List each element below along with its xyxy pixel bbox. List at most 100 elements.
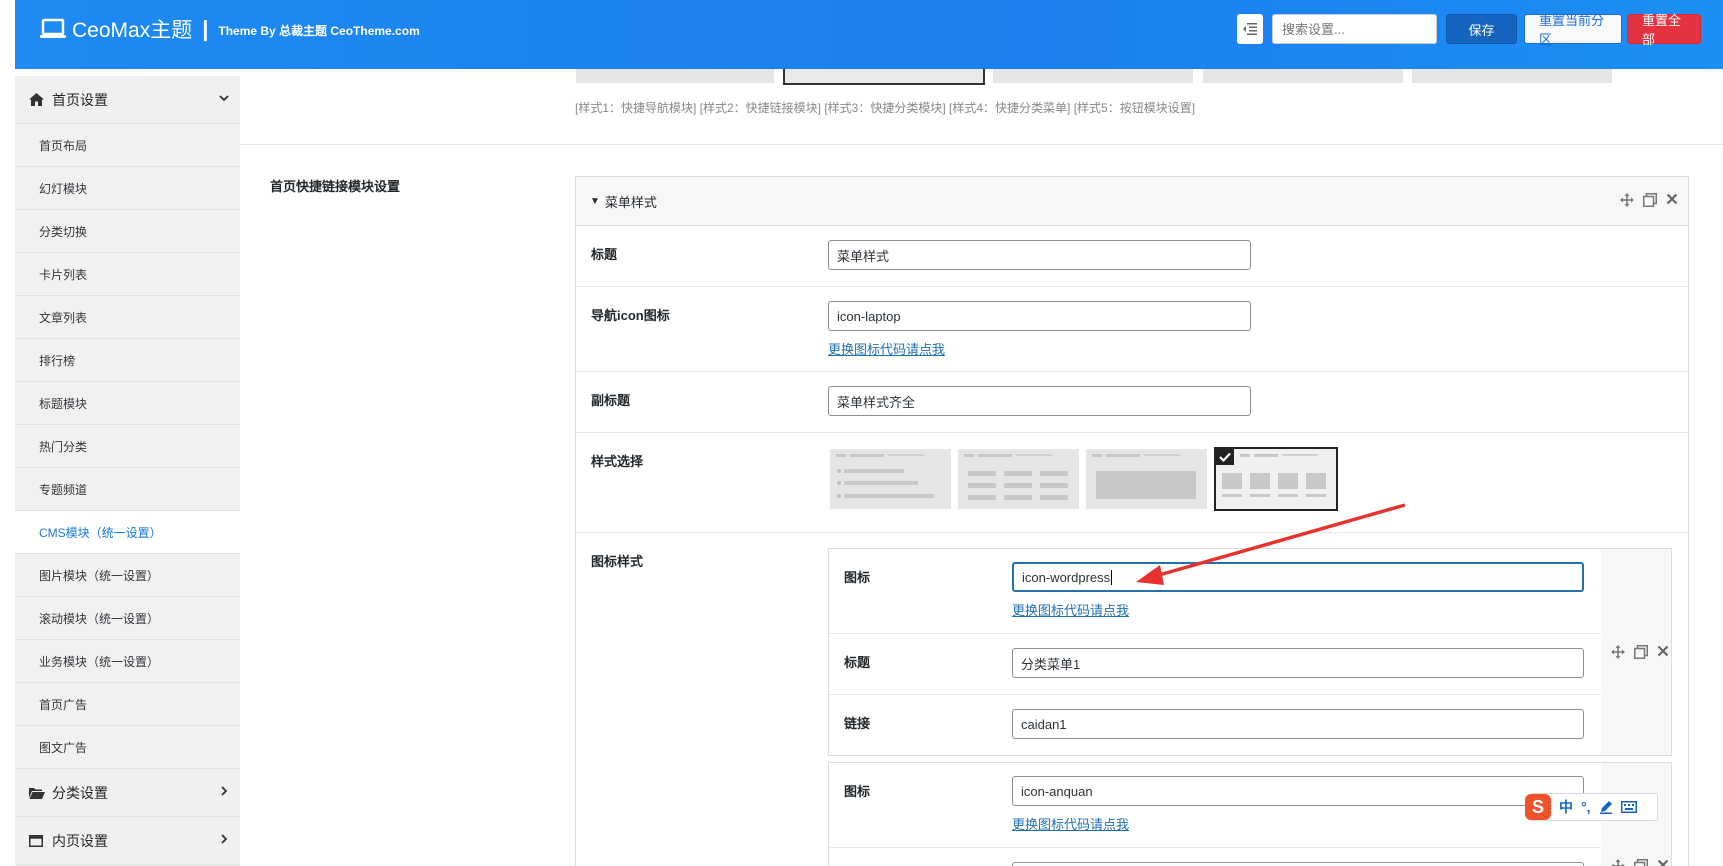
change-icon-link[interactable]: 更换图标代码请点我	[1012, 600, 1129, 619]
clone-icon[interactable]	[1634, 859, 1648, 866]
reset-all-button[interactable]: 重置全部	[1627, 13, 1701, 47]
clone-icon[interactable]	[1634, 645, 1648, 659]
brand-tagline: Theme By 总裁主题 CeoTheme.com	[218, 24, 420, 38]
group-actions	[1601, 549, 1671, 755]
outdent-icon	[1243, 23, 1257, 35]
close-icon[interactable]	[1657, 859, 1669, 866]
folder-open-icon	[29, 787, 45, 799]
sidebar-item[interactable]: 专题频道	[15, 468, 240, 511]
group-row-title: 标题 分类菜单1	[829, 634, 1602, 695]
style-option-2[interactable]	[958, 449, 1079, 509]
move-icon[interactable]	[1620, 193, 1634, 207]
sidebar-item[interactable]: 排行榜	[15, 339, 240, 382]
ime-punctuation[interactable]: °,	[1581, 799, 1591, 815]
menu-link-input[interactable]: caidan1	[1012, 709, 1584, 739]
sidebar-group-inner[interactable]: 内页设置	[15, 817, 240, 865]
group-row-icon: 图标 icon-anquan 更换图标代码请点我	[829, 763, 1602, 848]
sidebar-item[interactable]: 业务模块（统一设置）	[15, 640, 240, 683]
nav-icon-input[interactable]: icon-laptop	[828, 301, 1251, 331]
change-icon-link[interactable]: 更换图标代码请点我	[1012, 814, 1129, 833]
style-preview-strip: [样式1：快捷导航模块] [样式2：快捷链接模块] [样式3：快捷分类模块] […	[240, 69, 1723, 145]
sidebar-item[interactable]: 幻灯模块	[15, 167, 240, 210]
style-preview-icons	[1222, 454, 1326, 497]
group-row-icon: 图标 icon-wordpress 更换图标代码请点我	[829, 549, 1602, 634]
settings-sidebar: 首页设置 首页布局 幻灯模块 分类切换 卡片列表 文章列表 排行榜 标题模块 热门分类 专题频道…	[15, 76, 240, 866]
chevron-down-icon	[219, 95, 229, 102]
style-option-1[interactable]	[830, 449, 951, 509]
sidebar-group-label: 首页设置	[52, 91, 108, 108]
close-icon[interactable]	[1657, 645, 1669, 657]
style-option-3[interactable]	[1086, 449, 1207, 509]
subtitle-input[interactable]: 菜单样式齐全	[828, 386, 1251, 416]
reset-section-button[interactable]: 重置当前分区	[1524, 13, 1622, 47]
sidebar-submenu: 首页布局 幻灯模块 分类切换 卡片列表 文章列表 排行榜 标题模块 热门分类 专题频道 CMS模块…	[15, 124, 240, 769]
title-input[interactable]: 菜单样式	[828, 240, 1251, 270]
style-option-4-selected[interactable]	[1214, 447, 1338, 511]
sidebar-group-label: 内页设置	[52, 832, 108, 849]
style-thumb-2[interactable]	[783, 69, 985, 85]
panel-title: 菜单样式	[604, 194, 657, 210]
menu-style-panel: ▼ 菜单样式 标题 菜单样式 导航icon图标 icon-laptop 更换图标…	[575, 176, 1689, 866]
sidebar-item[interactable]: 热门分类	[15, 425, 240, 468]
field-row-nav-icon: 导航icon图标 icon-laptop 更换图标代码请点我	[576, 287, 1688, 372]
style-preview-list	[836, 454, 934, 498]
ime-toolbar[interactable]: S 中 °,	[1525, 793, 1658, 821]
admin-header: CeoMax主题 | Theme By 总裁主题 CeoTheme.com 保存…	[15, 0, 1723, 69]
field-row-style-select: 样式选择	[576, 433, 1688, 533]
sidebar-item[interactable]: 图文广告	[15, 726, 240, 769]
icon-input[interactable]: icon-wordpress	[1012, 562, 1584, 592]
caret-down-icon: ▼	[590, 195, 600, 207]
home-icon	[29, 93, 44, 106]
pen-icon[interactable]	[1599, 800, 1613, 814]
sidebar-item[interactable]: 卡片列表	[15, 253, 240, 296]
sidebar-item[interactable]: 分类切换	[15, 210, 240, 253]
sogou-logo-icon: S	[1525, 794, 1551, 820]
menu-title-input[interactable]: 分类菜单1	[1012, 648, 1584, 678]
move-icon[interactable]	[1611, 645, 1625, 659]
sidebar-group-category[interactable]: 分类设置	[15, 769, 240, 817]
style-preview-grid	[964, 454, 1068, 500]
sidebar-group-label: 分类设置	[52, 784, 108, 801]
field-row-title: 标题 菜单样式	[576, 226, 1688, 287]
panel-header[interactable]: ▼ 菜单样式	[576, 177, 1688, 226]
field-label: 样式选择	[591, 454, 644, 469]
close-icon[interactable]	[1666, 193, 1678, 205]
sidebar-group-home[interactable]: 首页设置	[15, 76, 240, 124]
ime-mode[interactable]: 中	[1559, 797, 1573, 817]
icon-group-1: 图标 icon-wordpress 更换图标代码请点我 标题 分类菜单1 链接 …	[828, 548, 1672, 756]
move-icon[interactable]	[1611, 859, 1625, 866]
keyboard-icon[interactable]	[1620, 801, 1637, 813]
sidebar-item[interactable]: 首页广告	[15, 683, 240, 726]
style-thumb-1[interactable]	[576, 69, 774, 83]
collapse-menu-button[interactable]	[1237, 14, 1263, 44]
chevron-right-icon	[221, 834, 228, 844]
save-button[interactable]: 保存	[1446, 14, 1517, 44]
settings-search-input[interactable]	[1272, 14, 1437, 44]
sidebar-item[interactable]: 文章列表	[15, 296, 240, 339]
field-label: 标题	[591, 247, 618, 262]
style-thumb-3[interactable]	[993, 69, 1193, 83]
change-icon-link[interactable]: 更换图标代码请点我	[828, 339, 945, 358]
check-icon	[1216, 449, 1234, 465]
settings-main: [样式1：快捷导航模块] [样式2：快捷链接模块] [样式3：快捷分类模块] […	[240, 69, 1723, 866]
laptop-icon	[40, 18, 66, 38]
sidebar-item[interactable]: 标题模块	[15, 382, 240, 425]
brand-logo: CeoMax主题 | Theme By 总裁主题 CeoTheme.com	[40, 14, 420, 44]
clone-icon[interactable]	[1643, 193, 1657, 207]
sidebar-item[interactable]: 图片模块（统一设置）	[15, 554, 240, 597]
group-row-title	[829, 848, 1602, 866]
field-row-icon-style: 图标样式 图标 icon-wordpress 更换图标代码请点我 标题 分类菜单…	[576, 533, 1688, 866]
sidebar-item[interactable]: 滚动模块（统一设置）	[15, 597, 240, 640]
field-label: 导航icon图标	[591, 308, 670, 323]
field-label: 副标题	[591, 393, 631, 408]
chevron-right-icon	[221, 786, 228, 796]
field-row-subtitle: 副标题 菜单样式齐全	[576, 372, 1688, 433]
icon-input[interactable]: icon-anquan	[1012, 776, 1584, 806]
section-label: 首页快捷链接模块设置	[270, 179, 401, 194]
sidebar-item[interactable]: 首页布局	[15, 124, 240, 167]
text-caret	[1111, 569, 1113, 585]
style-thumb-4[interactable]	[1203, 69, 1403, 83]
sidebar-item[interactable]: CMS模块（统一设置）	[15, 511, 240, 554]
style-thumb-5[interactable]	[1412, 69, 1612, 83]
menu-title-input[interactable]	[1012, 862, 1584, 866]
